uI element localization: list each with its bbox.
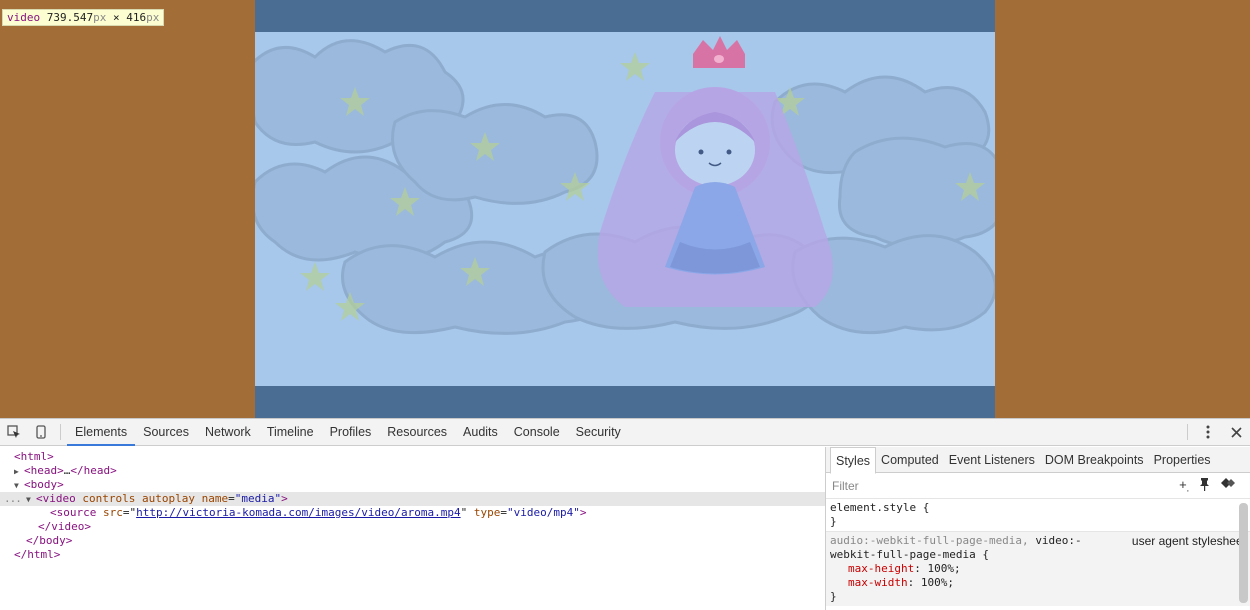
- tab-elements[interactable]: Elements: [67, 419, 136, 446]
- attr-autoplay: autoplay: [141, 492, 195, 505]
- tab-security[interactable]: Security: [568, 419, 629, 445]
- prop-name: max-height: [848, 562, 915, 575]
- body-open-tag: <body>: [24, 478, 64, 491]
- prop-value: 100%;: [927, 562, 961, 575]
- tab-sources[interactable]: Sources: [135, 419, 197, 445]
- prop-value: 100%;: [920, 576, 954, 589]
- dom-tree[interactable]: <html> ▶ <head>…</head> ▼ <body> ... ▼ <vid…: [0, 447, 825, 610]
- ua-selector-video: video:-: [1035, 534, 1082, 547]
- element-size-tooltip: video 739.547px × 416px: [2, 9, 165, 26]
- ua-selector-line-2: webkit-full-page-media {: [830, 548, 989, 561]
- source-open-tag: <source: [50, 506, 97, 519]
- toggle-element-state-icon[interactable]: [1220, 477, 1236, 494]
- styles-tabbar: Styles Computed Event Listeners DOM Brea…: [826, 446, 1250, 474]
- video-close-tag: </video>: [38, 520, 91, 533]
- tab-styles[interactable]: Styles: [830, 446, 877, 474]
- inspect-element-icon[interactable]: [0, 419, 27, 445]
- rule-close-brace: }: [830, 590, 837, 603]
- close-icon[interactable]: [1222, 419, 1250, 445]
- user-agent-stylesheet-label: user agent stylesheet: [1131, 534, 1246, 548]
- toolbar-divider-right: [1187, 424, 1188, 440]
- dom-node-body[interactable]: ▼ <body>: [0, 478, 825, 492]
- tooltip-width-unit: px: [93, 11, 107, 24]
- head-close-tag: </head>: [70, 464, 117, 477]
- tooltip-times: ×: [112, 11, 120, 24]
- toolbar-divider: [60, 424, 61, 440]
- tooltip-height: 416: [126, 11, 147, 24]
- video-open-tag: <video: [36, 492, 76, 505]
- collapse-triangle-icon[interactable]: ▼: [26, 493, 36, 507]
- video-tag-end: >: [281, 492, 288, 505]
- source-tag-end: >: [579, 506, 587, 519]
- page-viewport: video 739.547px × 416px: [0, 0, 1250, 418]
- tab-event-listeners[interactable]: Event Listeners: [944, 447, 1040, 473]
- source-src-link[interactable]: http://victoria-komada.com/images/video/…: [136, 506, 461, 519]
- dom-node-video[interactable]: ... ▼ <video controls autoplay name="medi…: [0, 492, 825, 506]
- device-mode-icon[interactable]: [27, 419, 54, 445]
- tab-computed[interactable]: Computed: [876, 447, 944, 473]
- tooltip-width: 739.547: [46, 11, 94, 24]
- styles-scrollbar[interactable]: [1239, 503, 1248, 603]
- dom-node-html-close[interactable]: </html>: [0, 548, 825, 562]
- tab-dom-breakpoints[interactable]: DOM Breakpoints: [1040, 447, 1149, 473]
- tooltip-height-unit: px: [146, 11, 160, 24]
- attr-name-value: "media": [234, 492, 282, 505]
- attr-type-value: "video/mp4": [507, 506, 580, 519]
- tab-properties[interactable]: Properties: [1149, 447, 1216, 473]
- tooltip-tag: video: [7, 11, 41, 24]
- prop-name: max-width: [848, 576, 908, 589]
- attr-src: src: [102, 506, 123, 519]
- tab-timeline[interactable]: Timeline: [259, 419, 322, 445]
- new-style-rule-icon[interactable]: +,: [1179, 477, 1189, 494]
- element-style-rule[interactable]: element.style { }: [826, 499, 1250, 532]
- user-agent-rule[interactable]: audio:-webkit-full-page-media, video:- u…: [826, 532, 1250, 606]
- ua-prop-max-height[interactable]: max-height: 100%;: [830, 562, 1246, 576]
- ua-selector-line-1: audio:-webkit-full-page-media, video:- u…: [830, 534, 1246, 548]
- body-close-tag: </body>: [26, 534, 73, 547]
- video-frame[interactable]: [255, 32, 995, 386]
- dom-node-video-close[interactable]: </video>: [0, 520, 825, 534]
- ua-selector-audio: audio:-webkit-full-page-media,: [830, 534, 1036, 547]
- collapse-triangle-icon[interactable]: ▼: [14, 479, 24, 493]
- dom-node-body-close[interactable]: </body>: [0, 534, 825, 548]
- selected-node-dots[interactable]: ...: [4, 492, 22, 506]
- tab-profiles[interactable]: Profiles: [322, 419, 380, 445]
- head-open-tag: <head>: [24, 464, 64, 477]
- styles-filter-input[interactable]: [832, 478, 1032, 493]
- tab-audits[interactable]: Audits: [455, 419, 506, 445]
- pin-icon[interactable]: [1199, 477, 1210, 494]
- attr-name: name: [201, 492, 229, 505]
- tab-console[interactable]: Console: [506, 419, 568, 445]
- expand-triangle-icon[interactable]: ▶: [14, 465, 24, 479]
- video-artwork-clouds-princess: [255, 32, 995, 386]
- dom-node-head[interactable]: ▶ <head>…</head>: [0, 464, 825, 478]
- element-style-selector[interactable]: element.style {: [830, 501, 1246, 515]
- html-open-tag: <html>: [14, 450, 54, 463]
- styles-sidebar: Styles Computed Event Listeners DOM Brea…: [825, 446, 1250, 610]
- styles-filter-row: +,: [826, 473, 1250, 499]
- kebab-menu-icon[interactable]: [1194, 419, 1222, 445]
- tab-network[interactable]: Network: [197, 419, 259, 445]
- ua-prop-max-width[interactable]: max-width: 100%;: [830, 576, 1246, 590]
- rule-close-brace: }: [830, 515, 837, 528]
- devtools-tabbar: Elements Sources Network Timeline Profil…: [0, 419, 1250, 446]
- devtools-panel: Elements Sources Network Timeline Profil…: [0, 418, 1250, 610]
- attr-type: type: [473, 506, 501, 519]
- tab-resources[interactable]: Resources: [379, 419, 455, 445]
- dom-node-html[interactable]: <html>: [0, 450, 825, 464]
- dom-node-source[interactable]: <source src="http://victoria-komada.com/…: [0, 506, 825, 520]
- attr-controls: controls: [82, 492, 136, 505]
- html-close-tag: </html>: [14, 548, 61, 561]
